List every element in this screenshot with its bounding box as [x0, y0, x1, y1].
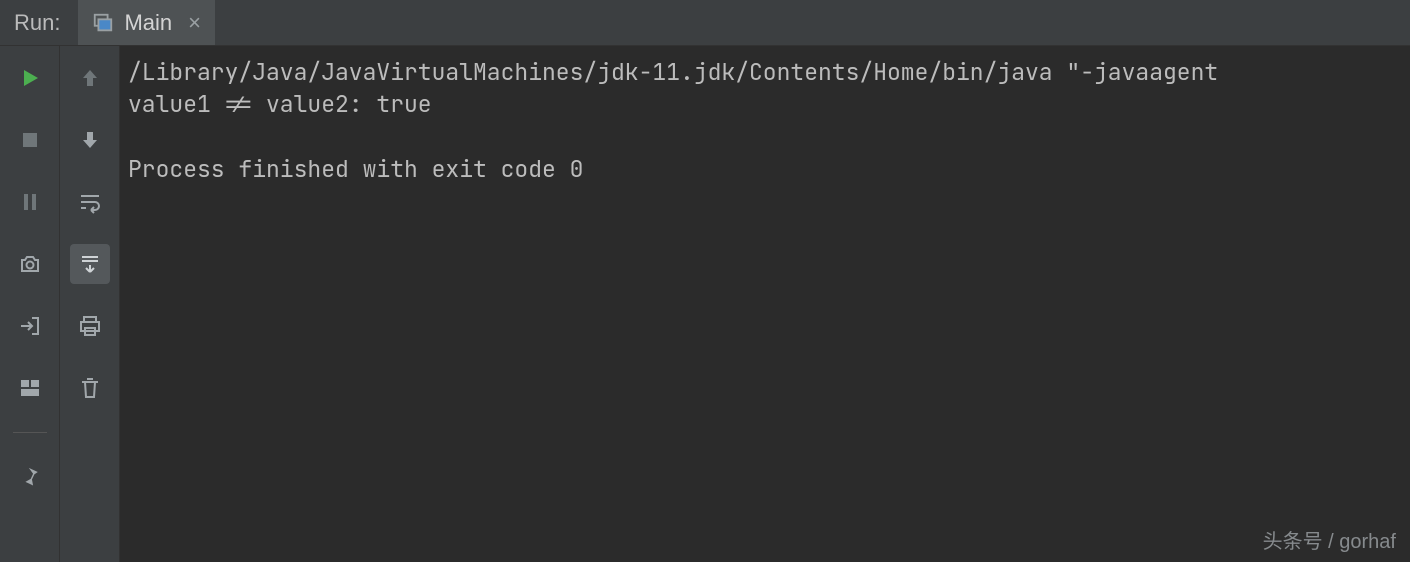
- dump-threads-button[interactable]: [10, 244, 50, 284]
- soft-wrap-button[interactable]: [70, 182, 110, 222]
- stop-button[interactable]: [10, 120, 50, 160]
- exit-button[interactable]: [10, 306, 50, 346]
- scroll-up-button[interactable]: [70, 58, 110, 98]
- pause-button[interactable]: [10, 182, 50, 222]
- pause-icon: [18, 190, 42, 214]
- console-line: Process finished with exit code 0: [128, 154, 583, 184]
- arrow-up-icon: [78, 66, 102, 90]
- run-tool-body: /Library/Java/JavaVirtualMachines/jdk-11…: [0, 46, 1410, 562]
- scroll-down-button[interactable]: [70, 120, 110, 160]
- window-stack-icon: [92, 12, 114, 34]
- pin-button[interactable]: [10, 457, 50, 497]
- tab-main[interactable]: Main ×: [78, 0, 215, 45]
- separator: [13, 432, 47, 433]
- soft-wrap-icon: [78, 190, 102, 214]
- layout-icon: [18, 376, 42, 400]
- scroll-to-end-button[interactable]: [70, 244, 110, 284]
- layout-button[interactable]: [10, 368, 50, 408]
- tab-label: Main: [124, 10, 172, 36]
- console-output[interactable]: /Library/Java/JavaVirtualMachines/jdk-11…: [120, 46, 1410, 562]
- console-line: /Library/Java/JavaVirtualMachines/jdk-11…: [128, 57, 1218, 87]
- exit-icon: [18, 314, 42, 338]
- run-tool-header: Run: Main ×: [0, 0, 1410, 46]
- left-toolbar-2: [60, 46, 120, 562]
- print-button[interactable]: [70, 306, 110, 346]
- run-label: Run:: [0, 0, 78, 45]
- console-line: value1 != value2: true: [128, 89, 432, 119]
- close-icon[interactable]: ×: [182, 10, 201, 36]
- clear-all-button[interactable]: [70, 368, 110, 408]
- print-icon: [78, 314, 102, 338]
- scroll-to-end-icon: [78, 252, 102, 276]
- trash-icon: [78, 376, 102, 400]
- left-toolbar-1: [0, 46, 60, 562]
- rerun-button[interactable]: [10, 58, 50, 98]
- play-icon: [18, 66, 42, 90]
- pin-icon: [18, 465, 42, 489]
- arrow-down-icon: [78, 128, 102, 152]
- stop-icon: [18, 128, 42, 152]
- camera-icon: [18, 252, 42, 276]
- watermark: 头条号 / gorhaf: [1263, 525, 1396, 554]
